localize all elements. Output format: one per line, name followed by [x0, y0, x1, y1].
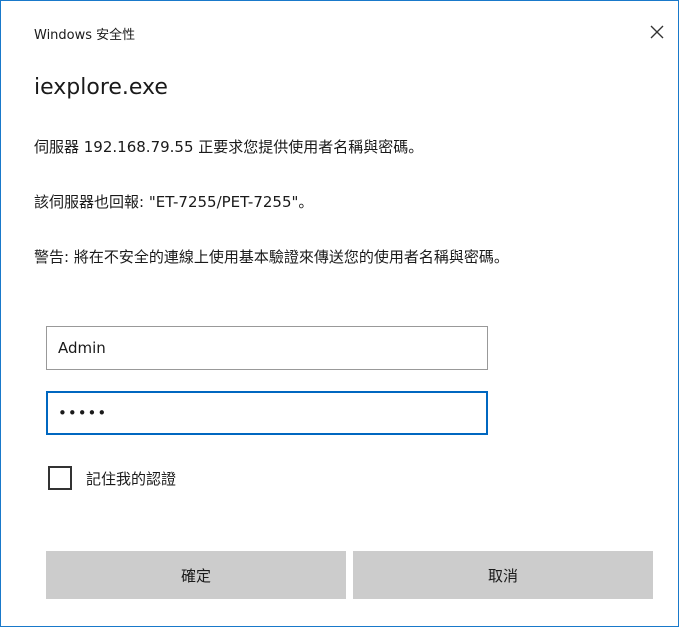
remember-credentials[interactable]: 記住我的認證 — [48, 464, 176, 492]
password-field[interactable] — [46, 391, 488, 435]
warning-message: 警告: 將在不安全的連線上使用基本驗證來傳送您的使用者名稱與密碼。 — [34, 248, 509, 266]
close-icon[interactable] — [648, 23, 666, 41]
ok-button[interactable]: 確定 — [46, 551, 346, 599]
server-message: 伺服器 192.168.79.55 正要求您提供使用者名稱與密碼。 — [34, 138, 424, 156]
username-field[interactable] — [46, 326, 488, 370]
title-bar: Windows 安全性 — [1, 1, 678, 45]
dialog-title: Windows 安全性 — [34, 28, 136, 43]
remember-label: 記住我的認證 — [86, 469, 177, 488]
realm-message: 該伺服器也回報: "ET-7255/PET-7255"。 — [34, 193, 314, 211]
credential-dialog: Windows 安全性 iexplore.exe 伺服器 192.168.79.… — [0, 0, 679, 627]
remember-checkbox[interactable] — [48, 466, 72, 490]
cancel-button[interactable]: 取消 — [353, 551, 653, 599]
app-name: iexplore.exe — [34, 75, 168, 100]
